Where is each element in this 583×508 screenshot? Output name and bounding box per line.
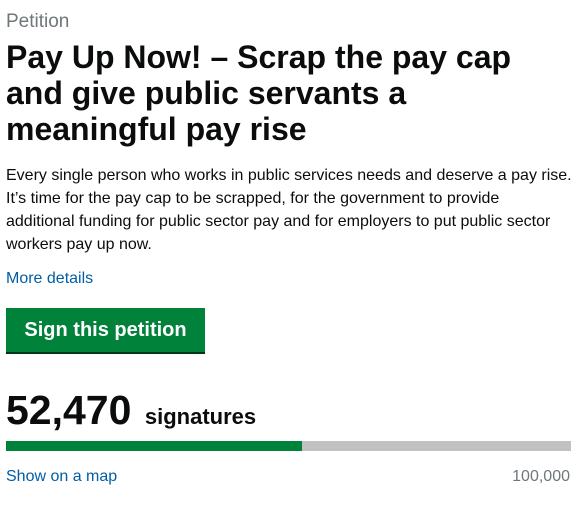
sign-petition-button[interactable]: Sign this petition bbox=[6, 308, 205, 352]
petition-title: Pay Up Now! – Scrap the pay cap and give… bbox=[6, 39, 512, 147]
signature-progress-bar bbox=[6, 441, 571, 451]
signature-progress-fill bbox=[6, 441, 303, 451]
signature-label: signatures bbox=[144, 404, 257, 429]
petition-kicker: Petition bbox=[6, 11, 70, 32]
petition-description: Every single person who works in public … bbox=[6, 167, 572, 253]
show-on-map-link[interactable]: Show on a map bbox=[6, 467, 117, 487]
signature-target: 100,000 bbox=[512, 468, 570, 485]
signature-count: 52,470 bbox=[6, 387, 132, 433]
more-details-link[interactable]: More details bbox=[6, 269, 93, 289]
signature-summary: 52,470 signatures bbox=[6, 386, 256, 434]
